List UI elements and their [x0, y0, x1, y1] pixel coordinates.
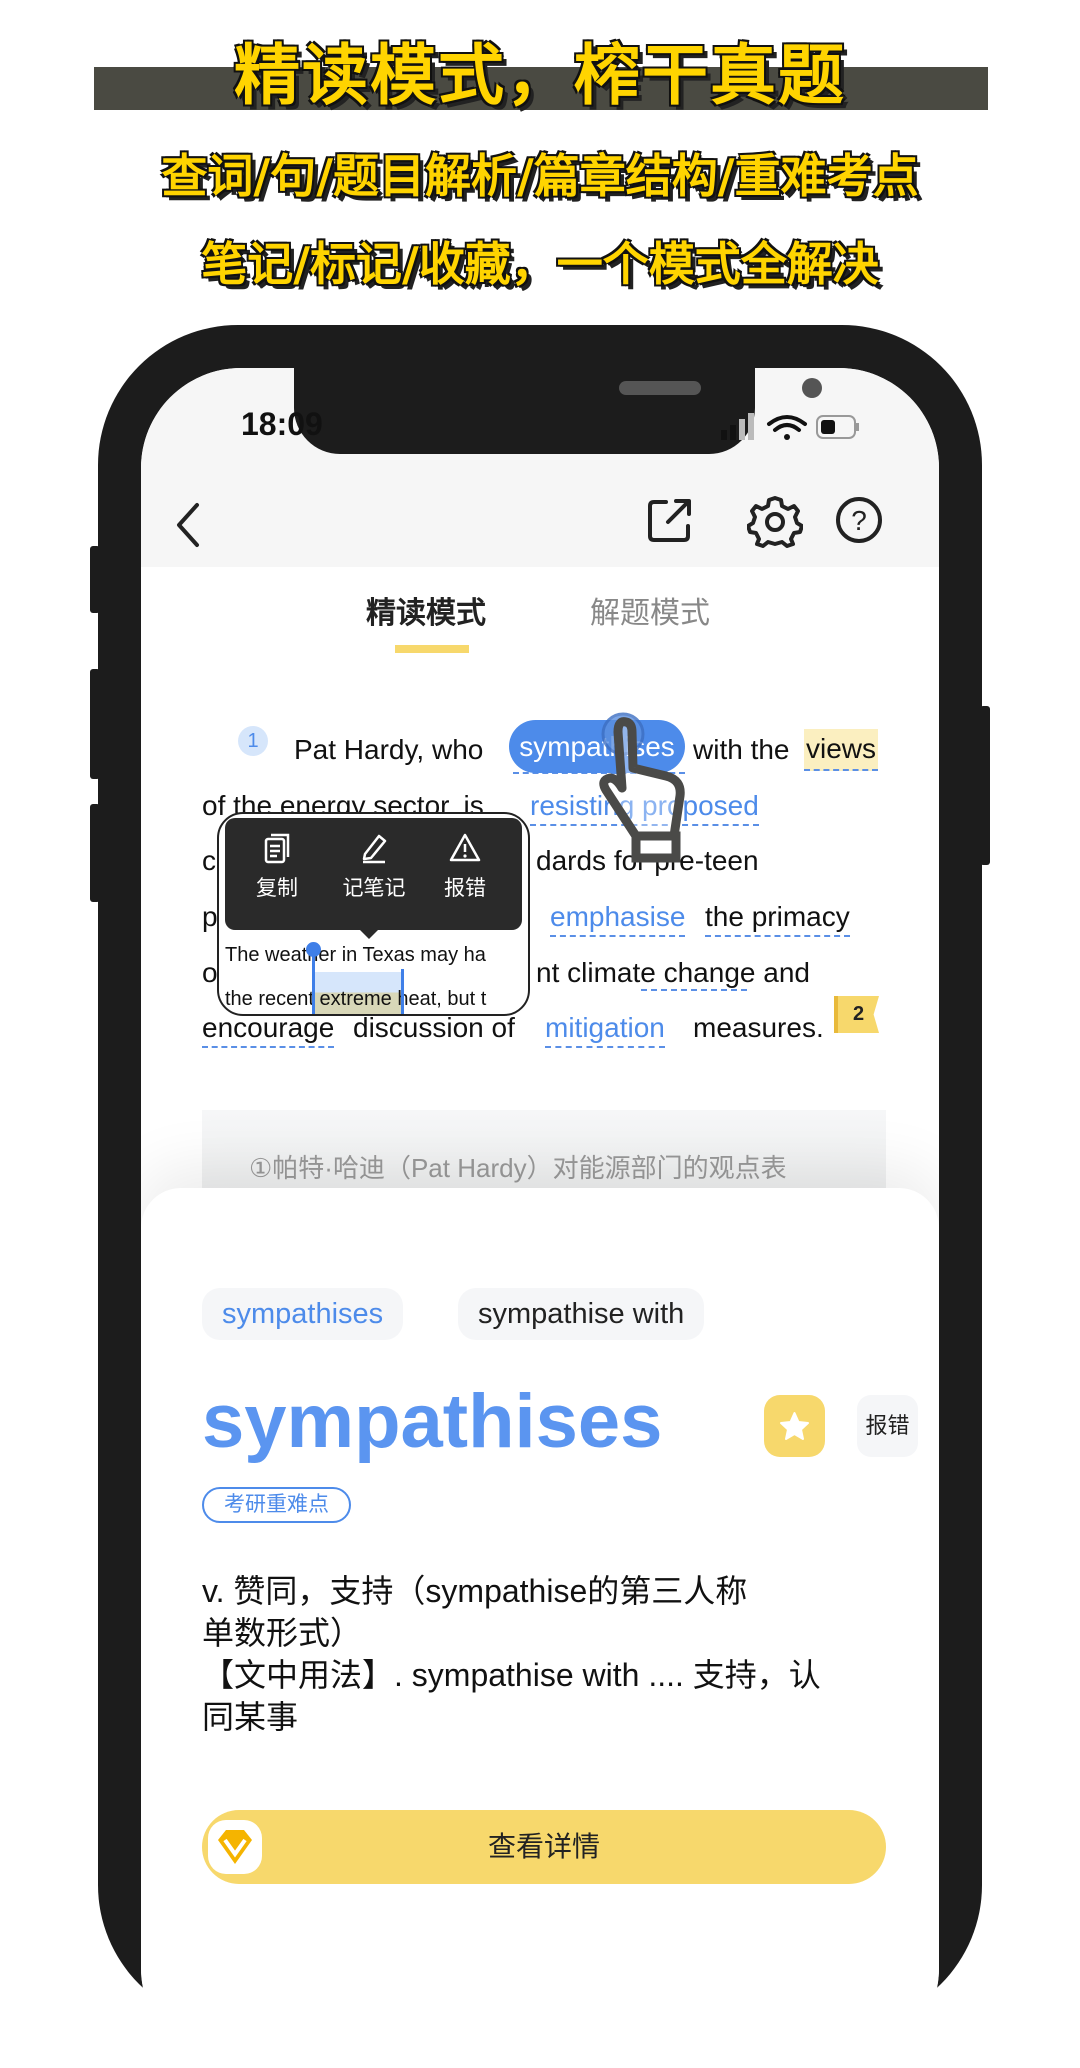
text-fragment: o	[202, 957, 218, 988]
keyword-emphasise[interactable]: emphasise	[550, 901, 686, 937]
usage-line: 【文中用法】. sympathise with .... 支持，认	[202, 1657, 821, 1693]
help-icon: ?	[836, 497, 882, 543]
copy-icon	[264, 833, 290, 864]
star-icon	[780, 1412, 809, 1440]
signal-icon	[721, 413, 754, 440]
text-fragment: p	[202, 901, 218, 932]
status-time: 18:09	[241, 406, 323, 442]
selection-handle-end[interactable]	[401, 969, 404, 1014]
pencil-icon	[362, 834, 387, 864]
back-button[interactable]	[141, 498, 201, 548]
copy-button[interactable]: 复制	[237, 832, 317, 902]
report-error-button[interactable]: 报错	[425, 832, 505, 902]
usage-line: 同某事	[202, 1699, 299, 1735]
favorite-button[interactable]	[764, 1395, 825, 1457]
text-fragment: c	[202, 845, 216, 876]
promo-title: 精读模式，榨干真题	[234, 37, 846, 114]
chevron-left-icon	[177, 503, 199, 547]
popup-text-line: the recent extreme heat, but t	[225, 988, 487, 1010]
menu-arrow	[359, 929, 379, 939]
popup-text-line: The weather in Texas may ha	[225, 944, 486, 966]
copy-label: 复制	[256, 877, 298, 900]
exam-key-point-tag: 考研重难点	[202, 1487, 351, 1523]
active-tab-indicator	[395, 645, 469, 653]
wifi-icon	[767, 415, 807, 440]
highlighted-word-views[interactable]: views	[804, 729, 879, 771]
note-label: 记笔记	[342, 877, 406, 900]
help-button[interactable]: ?	[834, 494, 884, 546]
note-button[interactable]: 记笔记	[334, 832, 414, 902]
keyword-mitigation[interactable]: mitigation	[545, 1012, 665, 1048]
word-underline	[641, 954, 747, 991]
text-fragment: Pat Hardy, who	[294, 734, 484, 765]
word-detail-sheet: sympathises sympathise with sympathises …	[141, 1188, 939, 2068]
view-details-label: 查看详情	[487, 1831, 600, 1862]
warning-icon	[449, 833, 481, 862]
text-fragment: measures.	[693, 1012, 824, 1043]
selected-text: extreme	[319, 988, 392, 1010]
translation-text: ①帕特·哈迪（Pat Hardy）对能源部门的观点表	[249, 1153, 787, 1183]
notch	[294, 368, 822, 454]
hand-pointer-icon	[599, 712, 685, 863]
share-button[interactable]	[646, 496, 696, 546]
gear-icon	[747, 496, 803, 548]
tab-intensive-reading[interactable]: 精读模式	[366, 588, 486, 632]
definition-line: 单数形式）	[202, 1615, 363, 1651]
report-label: 报错	[444, 877, 486, 900]
vip-diamond-icon	[208, 1820, 262, 1874]
paragraph-number-badge: 1	[238, 726, 268, 756]
report-error-button[interactable]: 报错	[857, 1395, 918, 1457]
promo-line3: 笔记/标记/收藏，一个模式全解决	[201, 237, 879, 291]
text-fragment: discussion of	[353, 1012, 515, 1043]
definition-line: v. 赞同，支持（sympathise的第三人称	[202, 1573, 748, 1609]
headword: sympathises	[202, 1379, 663, 1464]
status-icons	[721, 413, 859, 440]
svg-text:?: ?	[851, 505, 867, 536]
chip-sympathise-with[interactable]: sympathise with	[458, 1288, 705, 1340]
selection-popup: 复制 记笔记 报错 The weather in Texas may ha th…	[217, 812, 530, 1016]
paragraph-flag-2[interactable]: 2	[834, 996, 879, 1033]
promo-line2: 查词/句/题目解析/篇章结构/重难考点	[161, 149, 919, 203]
phone-screen: 18:09 ? 精读模式 解题模式 1 Pat Hardy, who sympa…	[141, 368, 939, 2068]
chip-sympathises[interactable]: sympathises	[202, 1288, 404, 1340]
tab-problem-solving[interactable]: 解题模式	[590, 588, 710, 632]
definition: v. 赞同，支持（sympathise的第三人称 单数形式） 【文中用法】. s…	[202, 1570, 902, 1738]
selection-handle-start-knob[interactable]	[306, 942, 321, 957]
phrase-encourage[interactable]: encourage	[202, 1012, 335, 1048]
context-menu: 复制 记笔记 报错	[225, 818, 522, 930]
view-details-button[interactable]: 查看详情	[202, 1810, 886, 1884]
settings-button[interactable]	[747, 493, 803, 549]
share-icon	[648, 499, 691, 542]
battery-icon	[816, 415, 859, 439]
phrase-the-primacy[interactable]: the primacy	[705, 901, 850, 937]
